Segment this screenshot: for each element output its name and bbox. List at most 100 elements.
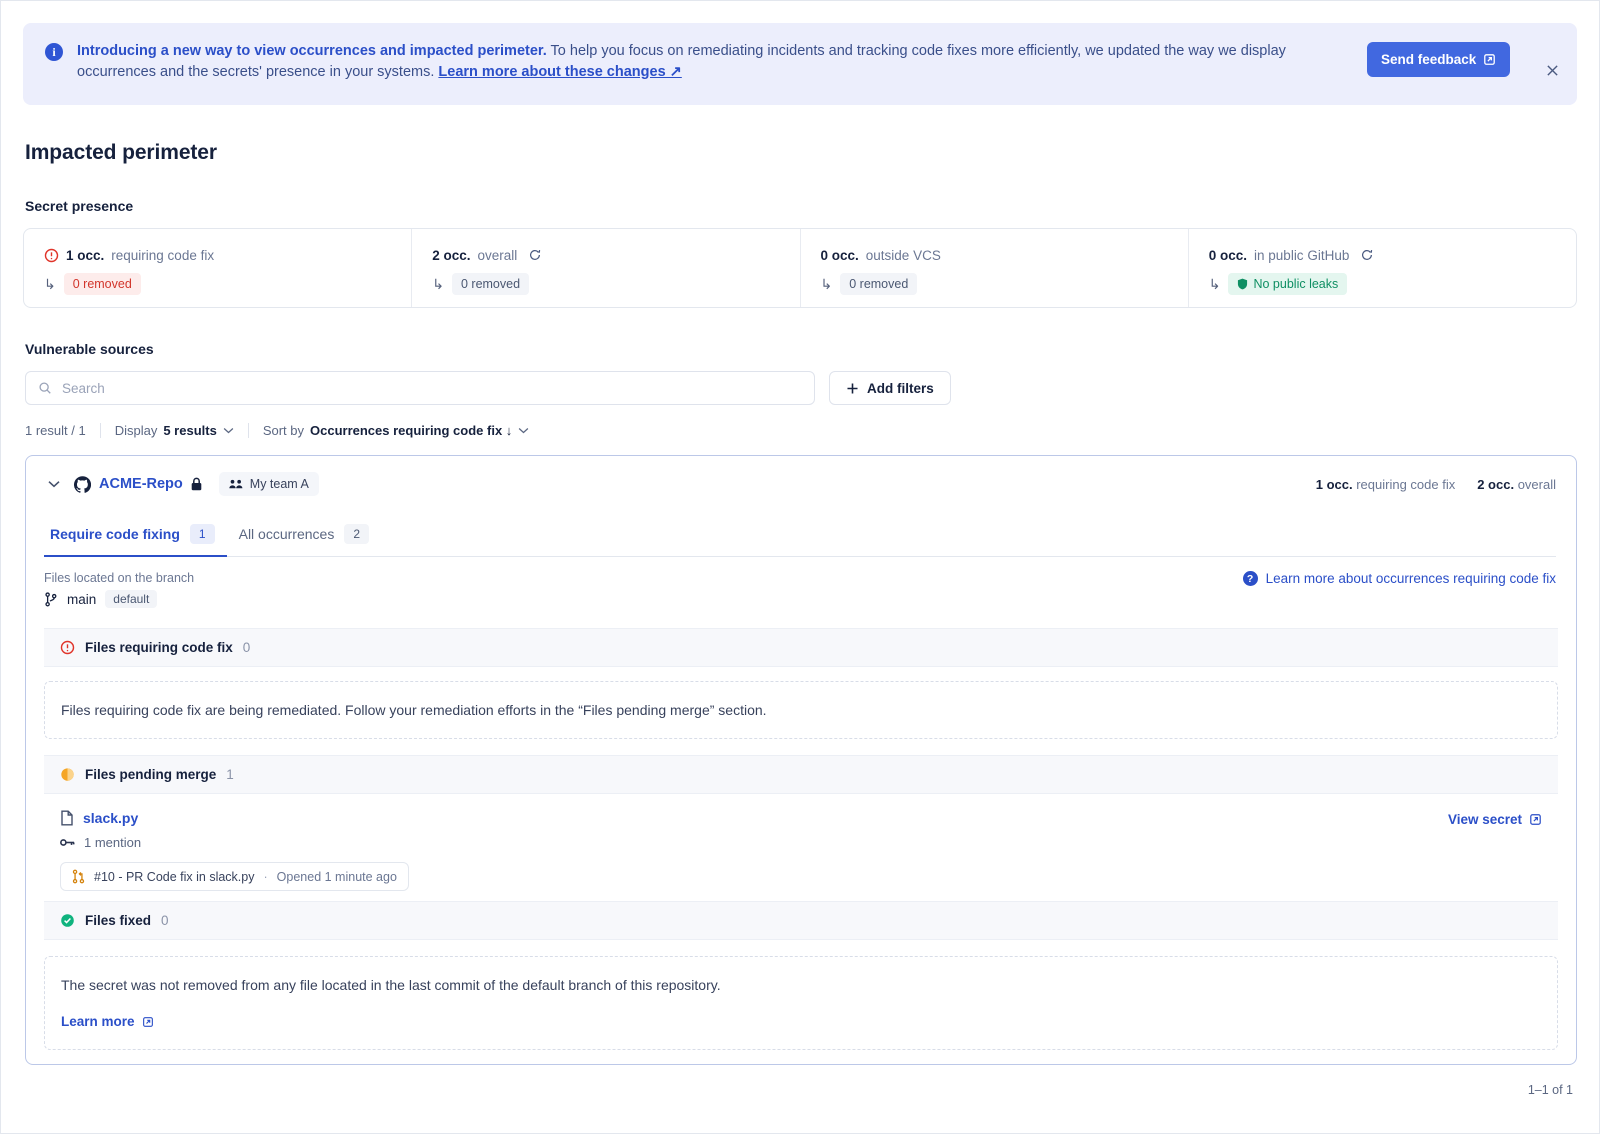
- learn-more-label: Learn more: [61, 1014, 135, 1029]
- pull-request-chip[interactable]: #10 - PR Code fix in slack.py · Opened 1…: [60, 862, 409, 891]
- check-circle-icon: [60, 913, 75, 928]
- repo-stats: 1 occ. requiring code fix 2 occ. overall: [1316, 477, 1556, 492]
- learn-more-link[interactable]: Learn more: [61, 1014, 154, 1029]
- question-icon: ?: [1243, 571, 1258, 586]
- presence-cell-outside-vcs: 0 occ. outside VCS ↳ 0 removed: [801, 229, 1189, 307]
- presence-count: 0 occ.: [1209, 248, 1247, 263]
- search-icon: [38, 381, 52, 395]
- sub-arrow-icon: ↳: [1209, 277, 1221, 291]
- search-input[interactable]: [62, 381, 802, 396]
- pull-request-label: #10 - PR Code fix in slack.py: [94, 870, 255, 884]
- presence-count: 1 occ.: [66, 248, 104, 263]
- file-icon: [60, 810, 74, 826]
- repo-stat-overall: 2 occ. overall: [1477, 477, 1556, 492]
- tab-count: 1: [190, 524, 215, 544]
- branch-icon: [44, 592, 58, 607]
- announcement-banner: i Introducing a new way to view occurren…: [23, 23, 1577, 105]
- status-badge-removed: 0 removed: [64, 273, 141, 295]
- status-badge-removed: 0 removed: [840, 273, 917, 295]
- info-icon: i: [45, 43, 63, 61]
- banner-headline: Introducing a new way to view occurrence…: [77, 43, 547, 59]
- tab-require-code-fixing[interactable]: Require code fixing 1: [44, 514, 227, 557]
- impacted-perimeter-page: i Introducing a new way to view occurren…: [0, 0, 1600, 1134]
- lock-icon: [190, 477, 203, 491]
- display-value: 5 results: [163, 423, 216, 438]
- status-badge-removed: 0 removed: [452, 273, 529, 295]
- add-filters-label: Add filters: [867, 381, 934, 396]
- chevron-down-icon[interactable]: [44, 474, 64, 494]
- pull-request-time: Opened 1 minute ago: [277, 870, 397, 884]
- team-chip[interactable]: My team A: [219, 472, 319, 496]
- empty-state-requiring-code-fix: Files requiring code fix are being remed…: [44, 681, 1558, 739]
- tab-label: Require code fixing: [50, 526, 180, 542]
- occurrence-tabs: Require code fixing 1 All occurrences 2: [44, 514, 1556, 557]
- status-badge-no-public-leaks: No public leaks: [1228, 273, 1347, 295]
- banner-learn-more-link[interactable]: Learn more about these changes ↗: [438, 64, 681, 80]
- external-link-icon: [142, 1016, 154, 1028]
- refresh-icon[interactable]: [1360, 248, 1374, 262]
- group-header-files-fixed: Files fixed 0: [44, 901, 1558, 940]
- half-circle-icon: [60, 767, 75, 782]
- group-count: 1: [226, 767, 234, 782]
- stat-caption: requiring code fix: [1356, 477, 1455, 492]
- sub-arrow-icon: ↳: [44, 277, 56, 291]
- vulnerable-sources-label: Vulnerable sources: [25, 341, 1577, 357]
- external-link-icon: [1483, 53, 1496, 66]
- external-link-icon: [1529, 813, 1542, 826]
- sub-arrow-icon: ↳: [432, 277, 444, 291]
- group-title: Files fixed: [85, 913, 151, 928]
- secret-presence-label: Secret presence: [25, 198, 1577, 214]
- sort-selector[interactable]: Sort by Occurrences requiring code fix ↓: [249, 423, 543, 438]
- separator: ·: [264, 870, 268, 884]
- empty-state-files-fixed: The secret was not removed from any file…: [44, 956, 1558, 1050]
- pagination-label: 1–1 of 1: [23, 1083, 1573, 1097]
- add-filters-button[interactable]: Add filters: [829, 371, 951, 405]
- branch-caption: Files located on the branch: [44, 571, 194, 585]
- status-badge-label: No public leaks: [1253, 277, 1338, 291]
- view-secret-label: View secret: [1448, 812, 1522, 827]
- presence-cell-requiring-code-fix: 1 occ. requiring code fix ↳ 0 removed: [24, 229, 412, 307]
- learn-more-occurrences-link[interactable]: ? Learn more about occurrences requiring…: [1243, 571, 1556, 586]
- stat-caption: overall: [1518, 477, 1556, 492]
- file-name-link[interactable]: slack.py: [83, 810, 138, 826]
- mention-label: 1 mention: [84, 835, 141, 850]
- presence-cell-public-github: 0 occ. in public GitHub ↳ No public: [1189, 229, 1576, 307]
- display-selector[interactable]: Display 5 results: [101, 423, 248, 438]
- branch-row: Files located on the branch main default…: [26, 557, 1576, 608]
- chevron-down-icon: [518, 427, 529, 434]
- group-count: 0: [243, 640, 251, 655]
- send-feedback-label: Send feedback: [1381, 52, 1476, 67]
- search-box[interactable]: [25, 371, 815, 405]
- stat-count: 1 occ.: [1316, 477, 1353, 492]
- presence-caption: requiring code fix: [111, 248, 214, 263]
- view-secret-link[interactable]: View secret: [1448, 812, 1542, 827]
- github-icon: [74, 476, 91, 493]
- chevron-down-icon: [223, 427, 234, 434]
- tab-label: All occurrences: [239, 526, 335, 542]
- file-groups: Files requiring code fix 0 Files requiri…: [44, 628, 1558, 1050]
- pull-request-icon: [72, 869, 85, 884]
- tab-count: 2: [344, 524, 369, 544]
- repo-name-link[interactable]: ACME-Repo: [99, 476, 183, 492]
- group-title: Files pending merge: [85, 767, 216, 782]
- learn-more-label: Learn more about occurrences requiring c…: [1266, 571, 1556, 586]
- file-row: slack.py 1 mention: [44, 794, 1558, 901]
- group-title: Files requiring code fix: [85, 640, 233, 655]
- send-feedback-button[interactable]: Send feedback: [1367, 42, 1510, 77]
- group-header-files-pending-merge: Files pending merge 1: [44, 755, 1558, 794]
- banner-text: Introducing a new way to view occurrence…: [77, 41, 1367, 82]
- team-icon: [229, 478, 243, 490]
- group-count: 0: [161, 913, 169, 928]
- presence-count: 2 occ.: [432, 248, 470, 263]
- close-icon[interactable]: [1543, 61, 1561, 79]
- refresh-icon[interactable]: [528, 248, 542, 262]
- tab-all-occurrences[interactable]: All occurrences 2: [233, 514, 381, 557]
- stat-count: 2 occ.: [1477, 477, 1514, 492]
- sort-value: Occurrences requiring code fix ↓: [310, 423, 512, 438]
- presence-caption: overall: [478, 248, 518, 263]
- repo-header: ACME-Repo My team A: [26, 456, 1576, 510]
- plus-icon: [846, 382, 859, 395]
- repo-stat-requiring-code-fix: 1 occ. requiring code fix: [1316, 477, 1455, 492]
- presence-caption: outside VCS: [866, 248, 941, 263]
- presence-count: 0 occ.: [821, 248, 859, 263]
